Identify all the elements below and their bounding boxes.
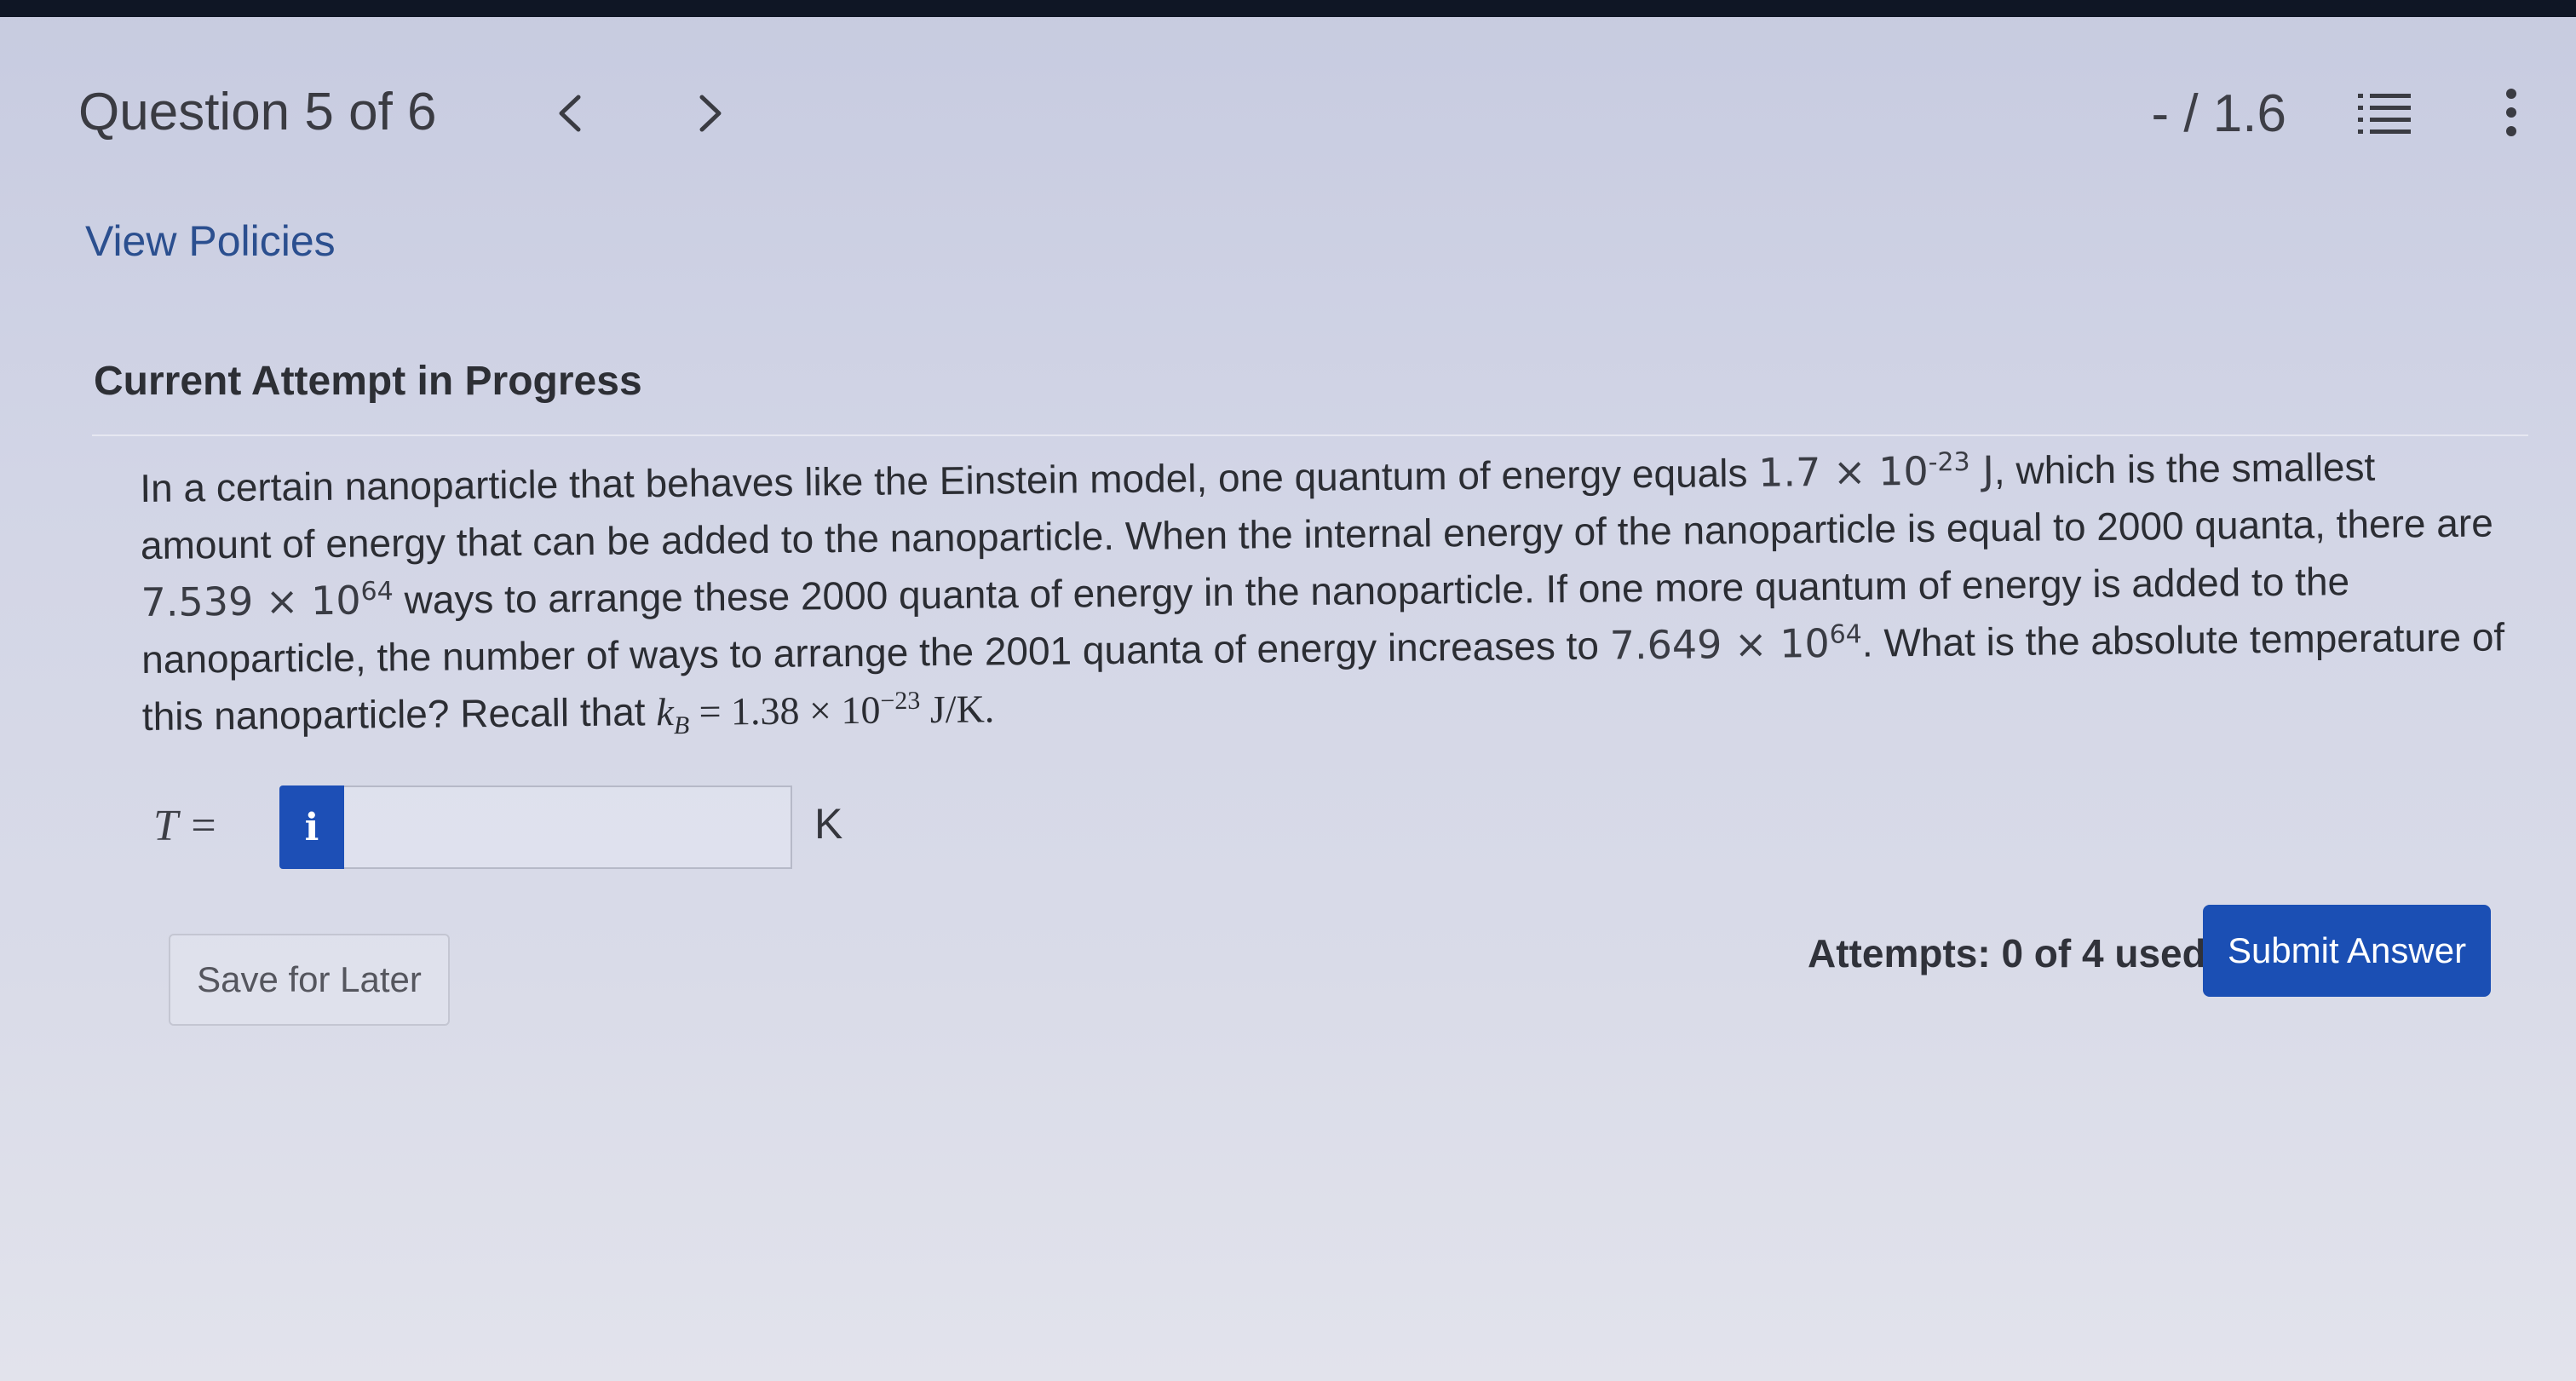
top-bar [0, 0, 2576, 17]
previous-question-button[interactable] [549, 89, 592, 138]
view-policies-link[interactable]: View Policies [85, 216, 336, 266]
quantum-energy-value: 1.7 × 10-23 J [1758, 447, 1994, 496]
more-options-button[interactable] [2494, 85, 2528, 140]
boltzmann-constant: kB = 1.38 × 10−23 J/K. [656, 686, 995, 739]
quantum-exponent: -23 [1928, 447, 1970, 478]
answer-variable-text: T = [153, 802, 219, 850]
score-display: - / 1.6 [2151, 84, 2286, 143]
question-counter: Question 5 of 6 [78, 83, 437, 141]
list-icon [2358, 94, 2411, 134]
submit-answer-button[interactable]: Submit Answer [2203, 905, 2491, 997]
quantum-base: 1.7 × 10 [1757, 447, 1929, 496]
chevron-right-icon [699, 95, 722, 132]
info-icon[interactable]: i [279, 785, 344, 869]
answer-unit: K [814, 800, 843, 848]
ways2-exponent: 64 [1829, 619, 1862, 650]
kb-symbol: k [656, 689, 675, 734]
ways1-exponent: 64 [360, 576, 394, 607]
question-list-button[interactable] [2356, 89, 2412, 140]
ways2-base: 7.649 × 10 [1609, 619, 1830, 669]
more-vertical-icon [2506, 89, 2516, 136]
kb-value: = 1.38 × 10 [688, 688, 881, 734]
kb-exponent: −23 [880, 686, 921, 716]
kb-unit: J/K. [920, 687, 995, 732]
ways1-base: 7.539 × 10 [141, 577, 361, 625]
save-for-later-button[interactable]: Save for Later [169, 934, 450, 1026]
question-text: In a certain nanoparticle that behaves l… [140, 437, 2510, 745]
quantum-unit: J [1969, 447, 1995, 494]
ways-2001-value: 7.649 × 1064 [1609, 619, 1862, 669]
kb-subscript: B [673, 711, 690, 740]
next-question-button[interactable] [688, 89, 731, 138]
attempts-counter: Attempts: 0 of 4 used [1808, 931, 2206, 975]
answer-input[interactable] [344, 785, 792, 869]
ways-2000-value: 7.539 × 1064 [141, 577, 394, 625]
attempt-heading: Current Attempt in Progress [94, 359, 642, 404]
chevron-left-icon [559, 95, 581, 132]
question-text-part: In a certain nanoparticle that behaves l… [140, 450, 1759, 510]
answer-variable-label: T = [153, 801, 218, 851]
